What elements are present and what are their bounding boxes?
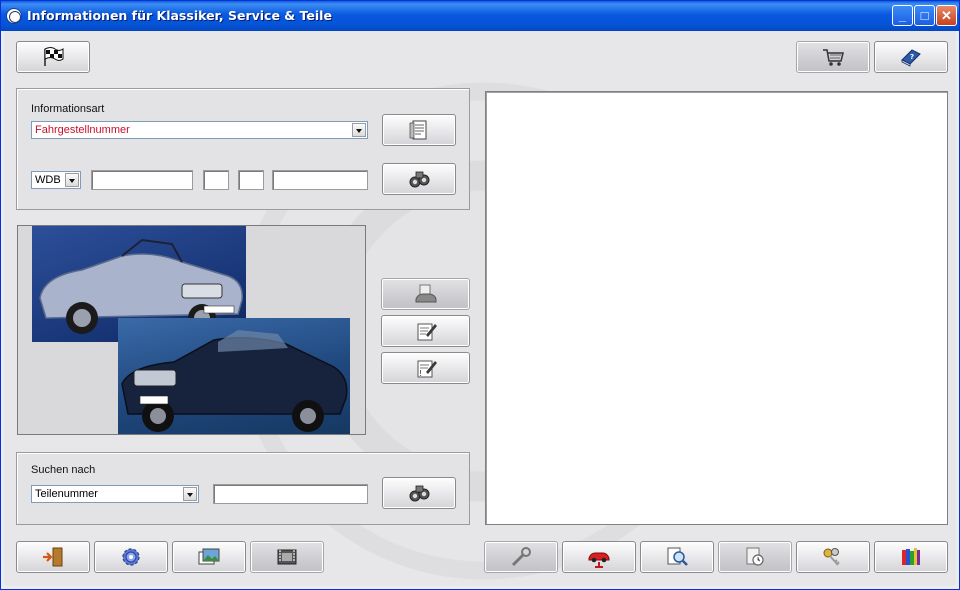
- keys-button[interactable]: [796, 541, 870, 573]
- mercedes-star-icon: [6, 8, 22, 24]
- search-type-value: Teilenummer: [35, 488, 98, 500]
- start-button[interactable]: [16, 41, 90, 73]
- svg-text:!: !: [419, 369, 422, 378]
- chassis-field-2[interactable]: [203, 170, 229, 190]
- chassis-field-1[interactable]: [91, 170, 193, 190]
- chevron-down-icon[interactable]: [65, 173, 79, 187]
- car-document-button[interactable]: [381, 278, 470, 310]
- results-pane[interactable]: [485, 91, 948, 525]
- books-icon: [902, 548, 920, 565]
- images-icon: [198, 548, 220, 565]
- maximize-icon: □: [920, 8, 929, 23]
- film-icon: [277, 549, 297, 565]
- keys-icon: [823, 548, 840, 566]
- title-bar: Informationen für Klassiker, Service & T…: [1, 1, 959, 31]
- help-book-icon: ?: [901, 49, 921, 67]
- prefix-select[interactable]: WDB: [31, 171, 81, 189]
- info-panel: Informationsart Fahrgestellnummer WDB: [16, 88, 470, 210]
- close-button[interactable]: ✕: [936, 5, 957, 26]
- chevron-down-icon[interactable]: [352, 123, 366, 137]
- cart-button[interactable]: [796, 41, 870, 73]
- document-button[interactable]: [382, 114, 456, 146]
- wrench-icon: [511, 547, 531, 567]
- chassis-field-4[interactable]: [272, 170, 368, 190]
- prefix-value: WDB: [35, 174, 61, 186]
- minimize-icon: _: [898, 8, 907, 23]
- info-type-label: Informationsart: [31, 103, 105, 115]
- tools-button[interactable]: [484, 541, 558, 573]
- binoculars-icon: [409, 485, 430, 502]
- chassis-search-button[interactable]: [382, 163, 456, 195]
- part-search-button[interactable]: [382, 477, 456, 509]
- coupe-image: [118, 318, 350, 434]
- app-window: Informationen für Klassiker, Service & T…: [0, 0, 960, 590]
- search-input[interactable]: [213, 484, 368, 504]
- chevron-down-icon[interactable]: [183, 487, 197, 501]
- document-magnifier-icon: [667, 547, 688, 566]
- window-title: Informationen für Klassiker, Service & T…: [27, 8, 332, 23]
- car-document-icon: [415, 284, 436, 303]
- maximize-button[interactable]: □: [914, 5, 935, 26]
- library-button[interactable]: [874, 541, 948, 573]
- exit-door-icon: [43, 547, 63, 567]
- vehicle-photo: [17, 225, 366, 435]
- help-button[interactable]: ?: [874, 41, 948, 73]
- history-button[interactable]: [718, 541, 792, 573]
- car-lift-icon: [588, 552, 610, 568]
- film-button[interactable]: [250, 541, 324, 573]
- settings-button[interactable]: [94, 541, 168, 573]
- edit-remove-button[interactable]: !: [381, 352, 470, 384]
- search-panel: Suchen nach Teilenummer: [16, 452, 470, 525]
- search-type-select[interactable]: Teilenummer: [31, 485, 199, 503]
- exit-button[interactable]: [16, 541, 90, 573]
- close-icon: ✕: [941, 8, 952, 23]
- checkered-flag-icon: [44, 47, 64, 66]
- edit-document-icon: [417, 323, 437, 341]
- gear-icon: [122, 548, 140, 566]
- client-area: ? Informationsart Fahrgestellnummer WDB: [4, 31, 956, 586]
- svg-text:?: ?: [910, 53, 914, 61]
- lift-button[interactable]: [562, 541, 636, 573]
- edit-button[interactable]: [381, 315, 470, 347]
- binoculars-icon: [409, 171, 430, 188]
- minimize-button[interactable]: _: [892, 5, 913, 26]
- lookup-button[interactable]: [640, 541, 714, 573]
- chassis-field-3[interactable]: [238, 170, 264, 190]
- coupe-car-image: [121, 330, 348, 432]
- info-type-select[interactable]: Fahrgestellnummer: [31, 121, 368, 139]
- images-button[interactable]: [172, 541, 246, 573]
- info-type-value: Fahrgestellnummer: [35, 124, 130, 136]
- document-list-icon: [409, 120, 427, 140]
- shopping-cart-icon: [823, 49, 844, 66]
- clock-document-icon: [746, 547, 764, 566]
- search-by-label: Suchen nach: [31, 464, 96, 476]
- edit-document-remove-icon: !: [417, 360, 437, 378]
